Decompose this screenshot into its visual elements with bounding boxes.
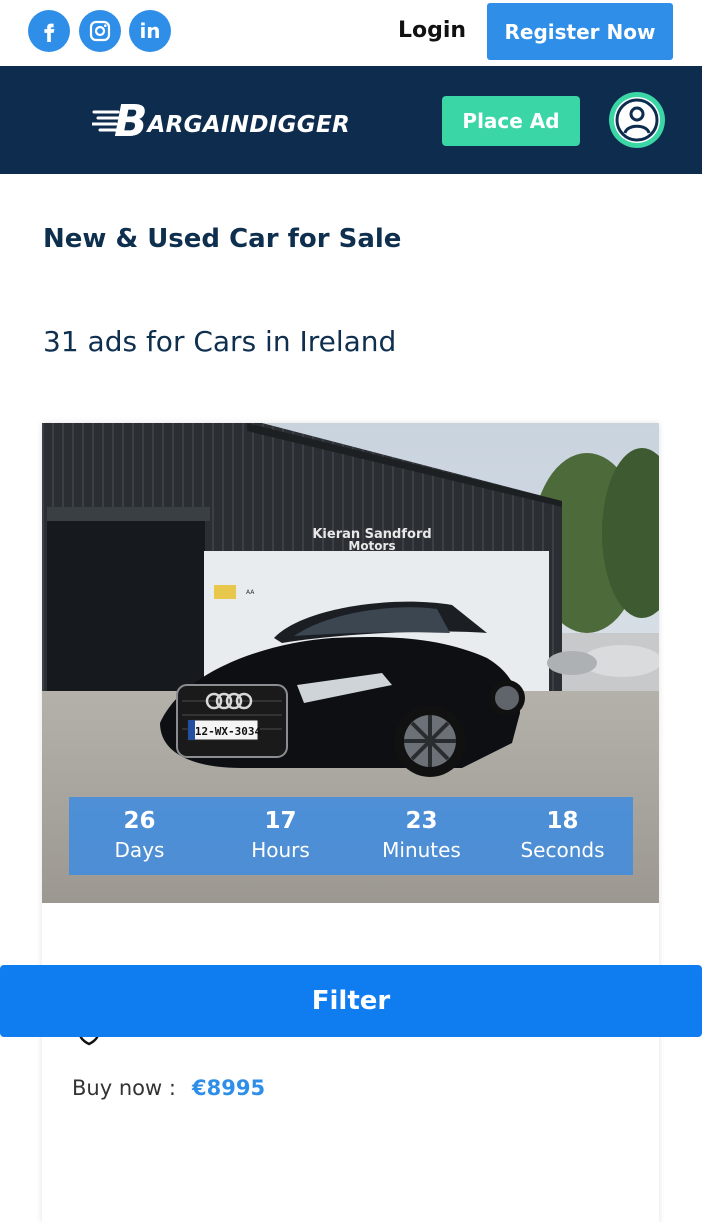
countdown-minutes-label: Minutes [382, 838, 461, 862]
page-title: New & Used Car for Sale [43, 224, 402, 254]
countdown-minutes: 23 Minutes [351, 797, 492, 875]
countdown-hours-value: 17 [264, 808, 297, 834]
buy-now-label: Buy now : [72, 1076, 176, 1100]
listing-card[interactable]: AA Kieran Sandford Motors 12-WX-3034 26 … [42, 423, 659, 1223]
ads-count: 31 ads for Cars in Ireland [43, 325, 397, 358]
main-nav: B ARGAINDIGGER Place Ad [0, 66, 702, 174]
filter-button[interactable]: Filter [0, 965, 702, 1037]
svg-text:AA: AA [246, 589, 255, 596]
countdown-seconds: 18 Seconds [492, 797, 633, 875]
countdown-hours: 17 Hours [210, 797, 351, 875]
logo[interactable]: B ARGAINDIGGER [92, 96, 350, 147]
linkedin-icon[interactable]: in [129, 10, 171, 52]
register-button[interactable]: Register Now [487, 3, 673, 60]
countdown-seconds-label: Seconds [520, 838, 605, 862]
facebook-icon[interactable] [28, 10, 70, 52]
linkedin-glyph: in [139, 19, 161, 43]
countdown-hours-label: Hours [251, 838, 310, 862]
buy-now-price[interactable]: €8995 [192, 1076, 265, 1100]
place-ad-button[interactable]: Place Ad [442, 96, 580, 146]
countdown-days-value: 26 [123, 808, 156, 834]
svg-text:Motors: Motors [348, 539, 395, 553]
svg-text:12-WX-3034: 12-WX-3034 [195, 725, 262, 738]
user-icon [614, 97, 660, 143]
logo-text: ARGAINDIGGER [147, 112, 350, 138]
countdown-days-label: Days [114, 838, 165, 862]
login-link[interactable]: Login [398, 18, 466, 43]
listing-photo[interactable]: AA Kieran Sandford Motors 12-WX-3034 26 … [42, 423, 659, 903]
user-account-button[interactable] [609, 92, 665, 148]
countdown-seconds-value: 18 [546, 808, 579, 834]
countdown-days: 26 Days [69, 797, 210, 875]
countdown-minutes-value: 23 [405, 808, 438, 834]
speed-lines-icon [92, 110, 124, 132]
instagram-icon[interactable] [79, 10, 121, 52]
top-bar: in Login Register Now [0, 0, 702, 66]
auction-countdown: 26 Days 17 Hours 23 Minutes 18 Seconds [69, 797, 633, 875]
